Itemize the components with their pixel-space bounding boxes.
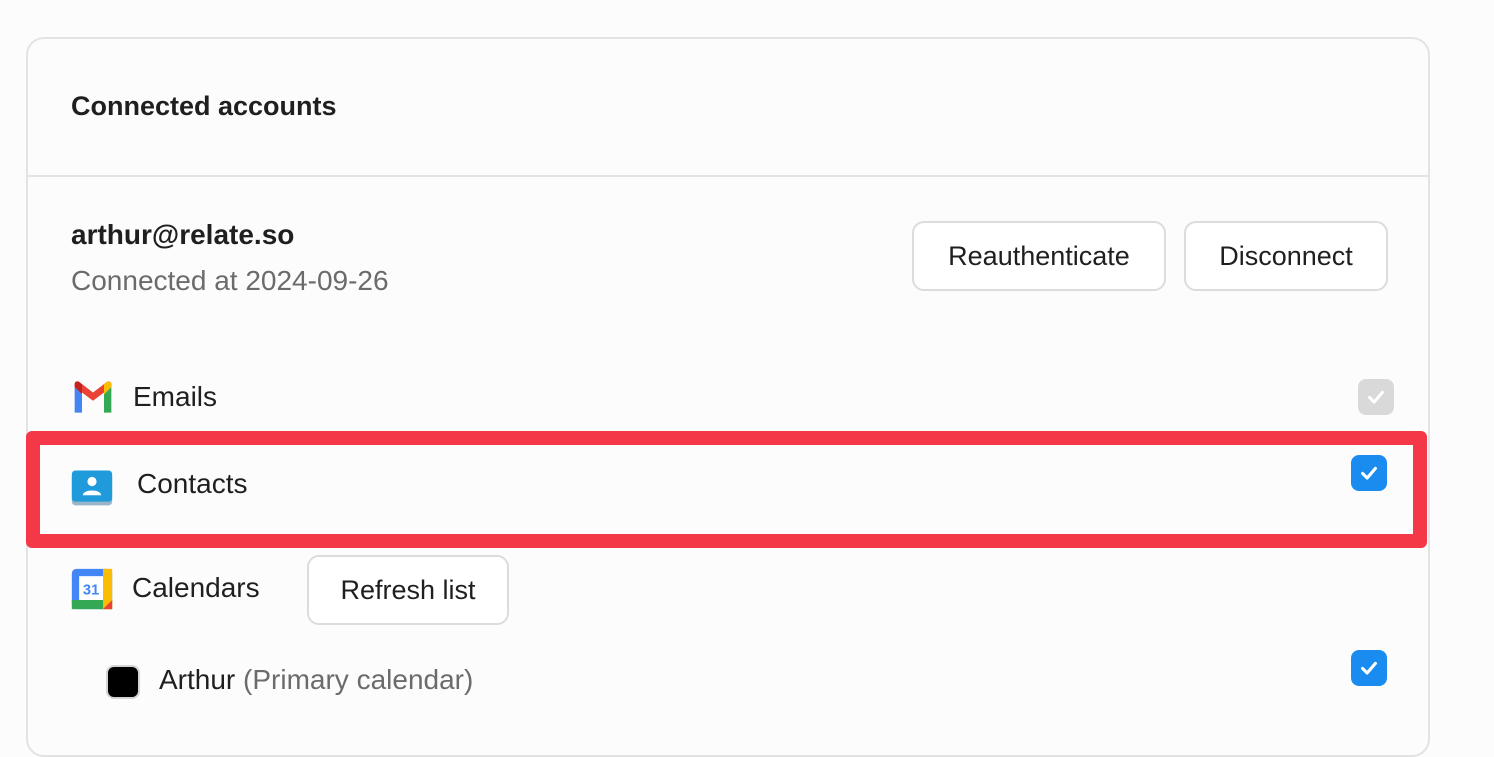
card-header: Connected accounts [28, 39, 1428, 177]
reauthenticate-button[interactable]: Reauthenticate [912, 221, 1166, 291]
contacts-icon [71, 470, 113, 506]
service-label-emails: Emails [133, 381, 218, 412]
service-label-contacts: Contacts [137, 468, 248, 499]
calendar-name: Arthur [159, 664, 236, 695]
section-title: Connected accounts [71, 91, 337, 121]
account-email: arthur@relate.so [71, 219, 295, 250]
disconnect-button[interactable]: Disconnect [1184, 221, 1388, 291]
calendar-color-swatch[interactable] [106, 665, 140, 699]
emails-checkbox[interactable] [1358, 379, 1394, 415]
contacts-checkbox[interactable] [1351, 455, 1387, 491]
checkmark-icon [1361, 661, 1377, 675]
connected-accounts-card: Connected accounts arthur@relate.so Conn… [26, 37, 1430, 757]
checkmark-icon [1368, 390, 1384, 404]
gmail-icon [74, 381, 112, 413]
account-connected-date: Connected at 2024-09-26 [71, 265, 389, 296]
refresh-list-button[interactable]: Refresh list [307, 555, 509, 625]
calendar-checkbox[interactable] [1351, 650, 1387, 686]
checkmark-icon [1361, 466, 1377, 480]
svg-text:31: 31 [83, 583, 99, 599]
service-label-calendars: Calendars [132, 572, 260, 603]
calendar-note: (Primary calendar) [243, 664, 474, 695]
google-calendar-icon: 31 [71, 568, 113, 610]
calendar-name-row: Arthur (Primary calendar) [159, 664, 473, 696]
